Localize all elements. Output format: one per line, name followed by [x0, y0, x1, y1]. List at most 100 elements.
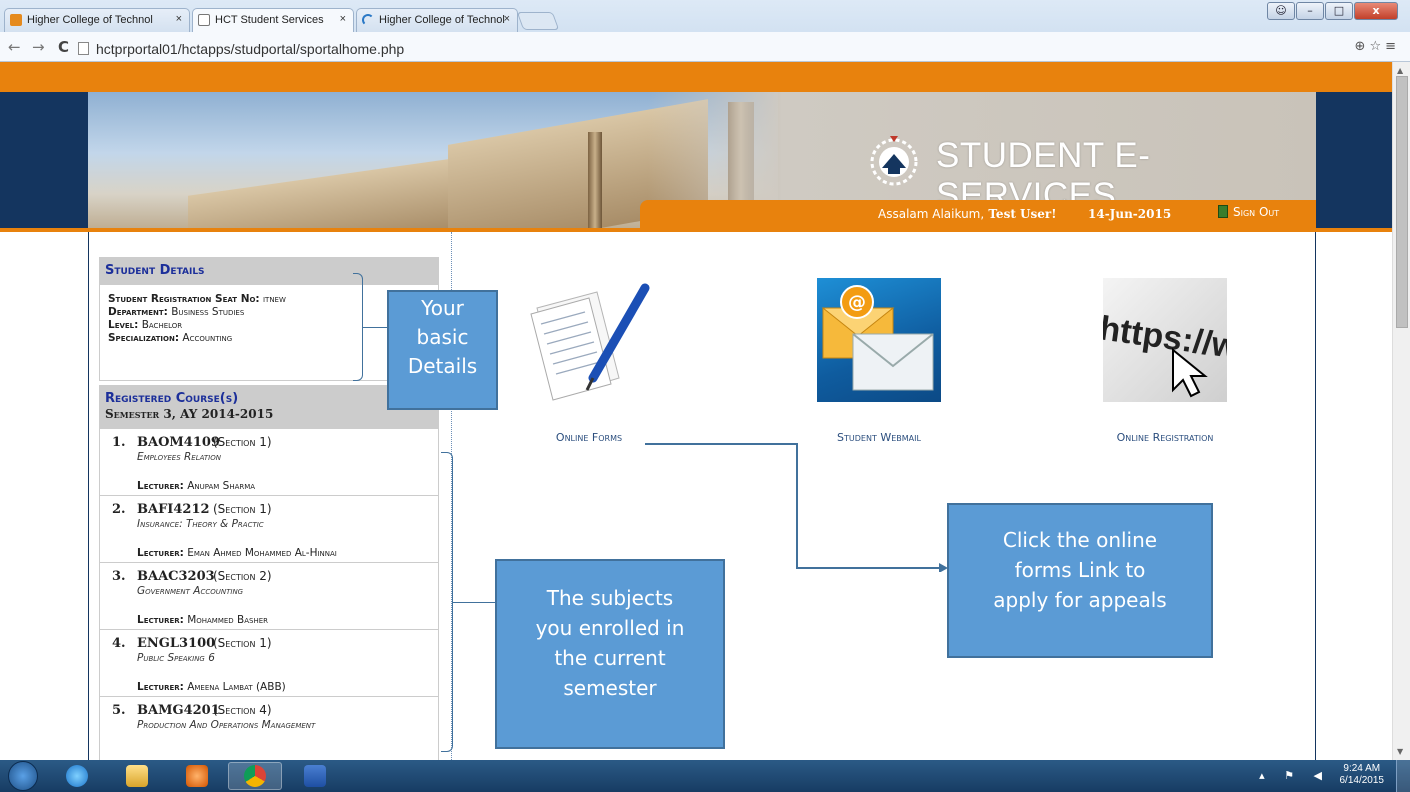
lecturer-name: Mohammed Basher [187, 614, 269, 626]
course-list: 1. BAOM4109 (Section 1) Employees Relati… [99, 429, 439, 760]
greeting: Assalam Alaikum, Test User! [878, 207, 1056, 221]
tab-close-icon[interactable]: × [504, 13, 510, 25]
sign-out-link[interactable]: Sign Out [1218, 205, 1279, 219]
show-desktop-button[interactable] [1396, 760, 1410, 792]
tab-student-services[interactable]: HCT Student Services × [192, 8, 354, 32]
page-scrollbar[interactable]: ▲ ▼ [1392, 62, 1410, 760]
user-bar: Assalam Alaikum, Test User! 14-Jun-2015 … [640, 200, 1316, 228]
clock-time: 9:24 AM [1343, 763, 1381, 774]
course-number: 5. [112, 703, 126, 718]
back-arrow-icon[interactable]: ← [8, 38, 21, 56]
system-clock[interactable]: 9:24 AM 6/14/2015 [1340, 763, 1385, 787]
detail-label: Department: [108, 306, 168, 318]
tab-hct-college-1[interactable]: Higher College of Technol × [4, 8, 190, 32]
course-number: 3. [112, 569, 126, 584]
course-code: ENGL3100 [137, 636, 216, 651]
navigation-bar: ← → C hctprportal01/hctapps/studportal/s… [0, 32, 1410, 62]
course-code: BAOM4109 [137, 435, 220, 450]
scroll-thumb[interactable] [1396, 76, 1408, 328]
course-name: Employees Relation [137, 451, 221, 463]
user-name: Test User! [988, 207, 1057, 221]
file-explorer-icon[interactable] [110, 762, 164, 790]
header-banner: STUDENT E-SERVICES Assalam Alaikum, Test… [88, 92, 1316, 228]
course-item: 5. BAMG4201 (Section 4) Production And O… [100, 697, 438, 760]
details-bracket [353, 273, 363, 381]
lecturer-label: Lecturer: [137, 681, 184, 693]
online-registration-link[interactable]: Online Registration [1065, 431, 1265, 444]
tab-label: Higher College of Technol [379, 14, 505, 26]
course-code: BAAC3203 [137, 569, 215, 584]
course-item: 4. ENGL3100 (Section 1) Public Speaking … [100, 630, 438, 697]
details-callout-connector [363, 327, 387, 328]
course-name: Public Speaking 6 [137, 652, 215, 664]
tab-strip: Higher College of Technol × HCT Student … [0, 0, 1410, 32]
lecturer-label: Lecturer: [137, 480, 184, 492]
detail-value: Business Studies [171, 306, 245, 318]
building-column [588, 132, 602, 228]
course-name: Government Accounting [137, 585, 244, 597]
start-button-icon[interactable] [8, 761, 38, 791]
browser-chrome: Higher College of Technol × HCT Student … [0, 0, 1410, 62]
system-tray-icons[interactable]: ▴ ⚑ ◀ [1259, 769, 1330, 782]
exit-door-icon [1218, 205, 1228, 218]
at-sign: @ [848, 292, 866, 313]
windows-taskbar: ▴ ⚑ ◀ 9:24 AM 6/14/2015 [0, 760, 1410, 792]
maximize-button[interactable]: □ [1325, 2, 1353, 20]
hct-logo-icon [10, 14, 22, 26]
page-icon [198, 14, 210, 26]
lecturer-name: Eman Ahmed Mohammed Al-Hinnai [187, 547, 337, 559]
course-lecturer: Lecturer: Eman Ahmed Mohammed Al-Hinnai [137, 547, 337, 559]
registration-icon-graphic: https://www. [1097, 309, 1301, 398]
https-cursor-icon[interactable]: https://www. [1097, 278, 1301, 402]
address-bar[interactable]: hctprportal01/hctapps/studportal/sportal… [96, 41, 404, 57]
reload-icon[interactable]: C [58, 38, 69, 56]
course-item: 2. BAFI4212 (Section 1) Insurance: Theor… [100, 496, 438, 563]
minimize-button[interactable]: – [1296, 2, 1324, 20]
basic-details-callout: Your basic Details [387, 290, 498, 410]
banner-side-left [0, 92, 88, 228]
lecturer-label: Lecturer: [137, 547, 184, 559]
zoom-bookmark-menu-icons[interactable]: ⊕☆≡ [1355, 39, 1400, 54]
course-section: (Section 1) [213, 435, 272, 449]
course-section: (Section 1) [213, 636, 272, 650]
new-tab-button[interactable] [516, 12, 560, 30]
course-item: 3. BAAC3203 (Section 2) Government Accou… [100, 563, 438, 630]
course-section: (Section 1) [213, 502, 272, 516]
profile-icon[interactable]: ☺ [1267, 2, 1295, 20]
webmail-icon-graphic: @ [821, 285, 934, 391]
forms-arrow [645, 443, 948, 572]
tab-close-icon[interactable]: × [340, 13, 346, 25]
forward-arrow-icon[interactable]: → [32, 38, 45, 56]
internet-explorer-icon[interactable] [50, 762, 104, 790]
window-controls: ☺ – □ x [1267, 2, 1398, 20]
course-code: BAFI4212 [137, 502, 210, 517]
course-name: Insurance: Theory & Practic [137, 518, 264, 530]
scroll-up-icon[interactable]: ▲ [1397, 66, 1403, 75]
current-date: 14-Jun-2015 [1088, 207, 1172, 221]
course-code: BAMG4201 [137, 703, 220, 718]
course-lecturer: Lecturer: Anupam Sharma [137, 480, 255, 492]
https-text: https://www. [1103, 309, 1227, 375]
loading-spinner-icon [362, 14, 374, 26]
word-icon[interactable] [288, 762, 342, 790]
course-number: 1. [112, 435, 126, 450]
hct-emblem-icon [870, 136, 918, 186]
chrome-icon[interactable] [228, 762, 282, 790]
courses-callout-connector [453, 602, 495, 603]
course-number: 4. [112, 636, 126, 651]
tab-label: HCT Student Services [215, 14, 324, 26]
tab-label: Higher College of Technol [27, 14, 153, 26]
document-pen-icon[interactable] [527, 278, 651, 402]
detail-value: Accounting [182, 332, 233, 344]
student-details-heading: Student Details [99, 257, 439, 285]
course-lecturer: Lecturer: Mohammed Basher [137, 614, 268, 626]
tab-hct-college-2[interactable]: Higher College of Technol × [356, 8, 518, 32]
greeting-text: Assalam Alaikum, [878, 207, 985, 221]
close-window-button[interactable]: x [1354, 2, 1398, 20]
envelope-icon[interactable]: @ [817, 278, 941, 402]
lecturer-name: Ameena Lambat (ABB) [187, 681, 286, 693]
tab-close-icon[interactable]: × [176, 13, 182, 25]
scroll-down-icon[interactable]: ▼ [1397, 747, 1403, 756]
main-content: Student Details Student Registration Sea… [88, 232, 1316, 760]
media-player-icon[interactable] [170, 762, 224, 790]
